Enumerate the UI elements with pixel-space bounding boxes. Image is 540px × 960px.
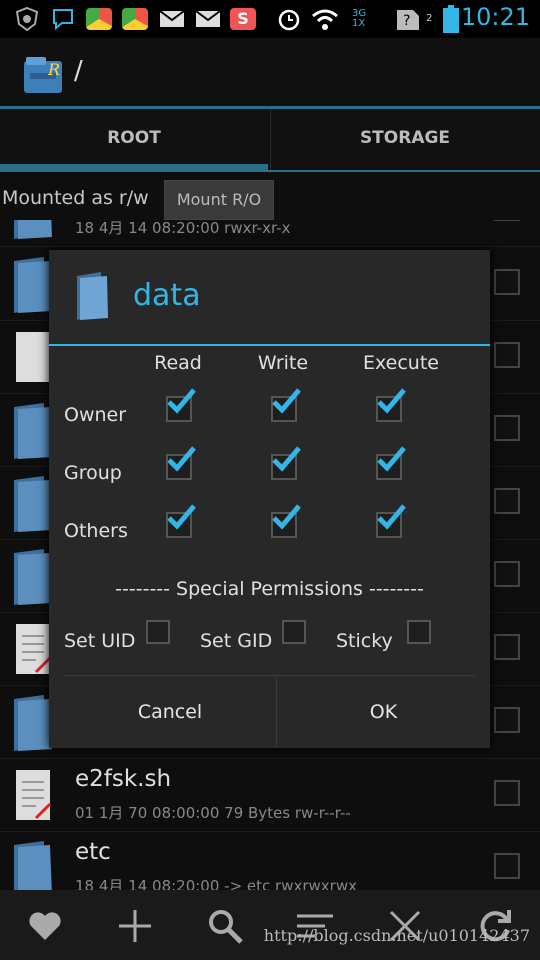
check-icon [167,446,196,472]
set-uid-label: Set UID [64,630,136,652]
select-checkbox[interactable] [494,561,520,587]
folder-icon [77,272,111,320]
row-group: Group [64,462,122,484]
others-write-checkbox[interactable] [271,504,301,538]
check-icon [377,504,406,530]
owner-write-checkbox[interactable] [271,388,301,422]
chrome-icon [86,6,112,32]
dialog-title: data [133,278,201,313]
svg-text:?: ? [403,13,410,29]
tab-indicator [0,164,268,172]
mount-bar: Mounted as r/w Mount R/O [0,174,540,220]
set-gid-label: Set GID [200,630,273,652]
ok-button[interactable]: OK [277,676,490,748]
check-icon [272,388,301,414]
select-checkbox[interactable] [494,634,520,660]
search-icon[interactable] [205,906,245,946]
folder-icon [14,220,56,239]
sticky-label: Sticky [336,630,393,652]
list-item[interactable]: etc 18 4月 14 08:20:00 -> etc rwxrwxrwx [0,831,540,890]
mail-icon [158,6,186,32]
list-item[interactable]: e2fsk.sh 01 1月 70 08:00:00 79 Bytes rw-r… [0,758,540,832]
current-path: / [74,56,83,86]
no-sim-icon: ? 2 [394,6,432,32]
file-name: e2fsk.sh [75,766,172,792]
check-icon [272,446,301,472]
select-checkbox[interactable] [494,220,520,221]
action-bar: R / [0,38,540,108]
check-icon [377,446,406,472]
mail-icon [194,6,222,32]
sim-number: 2 [426,13,433,24]
sticky-checkbox[interactable] [407,620,431,644]
tab-underline [268,170,540,172]
cancel-button[interactable]: Cancel [64,676,276,748]
tab-storage[interactable]: STORAGE [270,109,539,173]
wifi-icon [310,6,340,32]
row-others: Others [64,520,128,542]
column-write: Write [257,352,309,374]
signal-icon: 3G 1X [352,6,366,32]
others-execute-checkbox[interactable] [376,504,406,538]
select-checkbox[interactable] [494,415,520,441]
battery-icon [442,5,460,33]
group-read-checkbox[interactable] [166,446,196,480]
column-execute: Execute [363,352,439,374]
watermark: http://blog.csdn.net/u010142437 [263,926,530,945]
check-icon [272,504,301,530]
check-icon [167,504,196,530]
add-icon[interactable] [115,906,155,946]
select-checkbox[interactable] [494,707,520,733]
clock: 10:21 [460,3,530,31]
file-name: etc [75,839,111,865]
check-icon [377,388,406,414]
set-uid-checkbox[interactable] [146,620,170,644]
file-meta: 18 4月 14 08:20:00 rwxr-xr-x [75,220,291,237]
permissions-dialog: data Read Write Execute Owner Group Othe… [49,250,490,748]
select-checkbox[interactable] [494,853,520,879]
column-read: Read [154,352,202,374]
select-checkbox[interactable] [494,269,520,295]
mount-status: Mounted as r/w [2,187,149,209]
network-type-bottom: 1X [352,18,366,29]
heart-icon[interactable] [25,906,65,946]
status-bar: S 3G 1X ? 2 10:21 [0,0,540,38]
group-execute-checkbox[interactable] [376,446,406,480]
others-read-checkbox[interactable] [166,504,196,538]
file-meta: 01 1月 70 08:00:00 79 Bytes rw-r--r-- [75,804,351,822]
check-icon [167,388,196,414]
app-icon[interactable]: R [22,53,64,95]
special-permissions-header: -------- Special Permissions -------- [115,578,424,600]
select-checkbox[interactable] [494,342,520,368]
shield-icon [14,6,40,32]
select-checkbox[interactable] [494,780,520,806]
set-gid-checkbox[interactable] [282,620,306,644]
script-file-icon [14,768,56,824]
file-meta: 18 4月 14 08:20:00 -> etc rwxrwxrwx [75,877,357,890]
alarm-icon [276,6,302,32]
mount-ro-button[interactable]: Mount R/O [164,180,274,220]
group-write-checkbox[interactable] [271,446,301,480]
folder-icon [14,841,56,890]
bottom-toolbar [0,890,540,960]
row-owner: Owner [64,404,127,426]
chrome-icon [122,6,148,32]
chat-icon [50,6,78,32]
svg-text:R: R [47,60,60,79]
owner-execute-checkbox[interactable] [376,388,406,422]
select-checkbox[interactable] [494,488,520,514]
list-item[interactable]: 18 4月 14 08:20:00 rwxr-xr-x [0,220,540,247]
dialog-divider [49,344,490,346]
s-app-icon: S [230,6,256,32]
owner-read-checkbox[interactable] [166,388,196,422]
